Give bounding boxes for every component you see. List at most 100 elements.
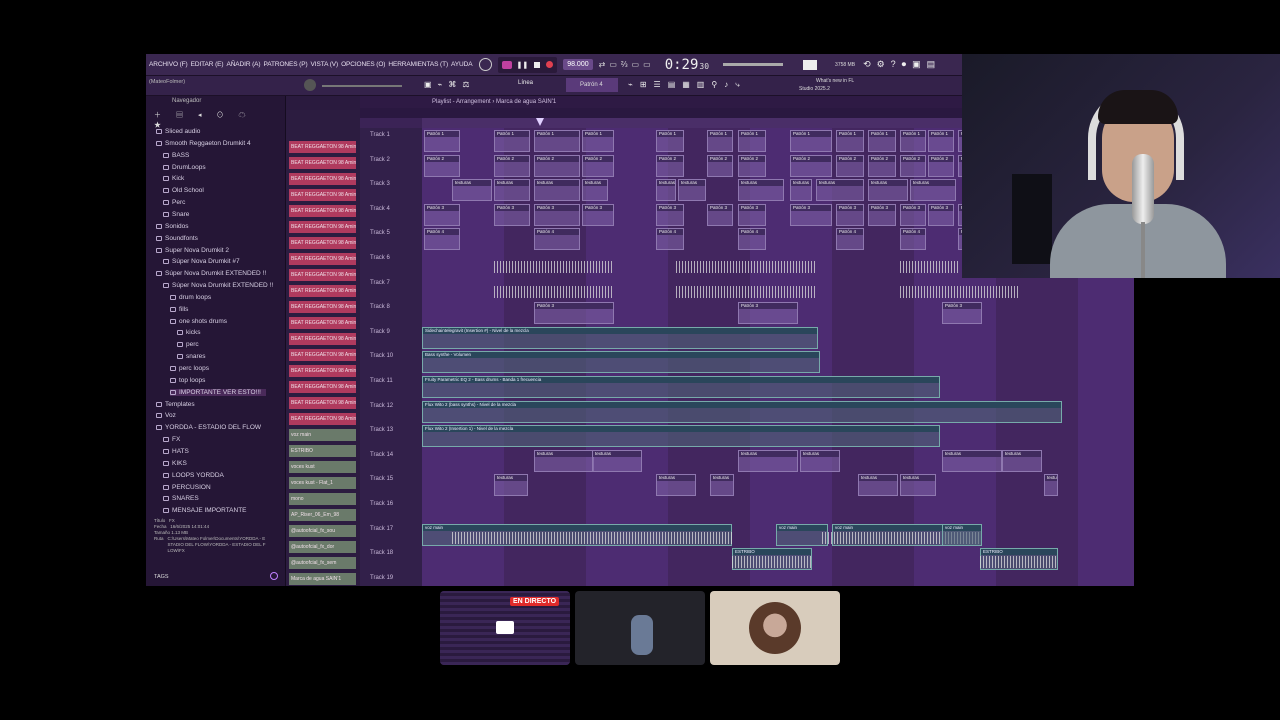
pattern-clip[interactable]: Patrón 2 — [738, 154, 766, 177]
track-label[interactable]: Track 7 — [370, 280, 390, 286]
browser-item[interactable]: Snare — [163, 211, 189, 218]
pattern-clip[interactable]: Patrón 3 — [738, 302, 798, 325]
pattern-clip[interactable]: Patrón 4 — [424, 228, 460, 251]
pattern-clip[interactable]: texturas — [1002, 449, 1042, 472]
channel-button[interactable]: BEAT REGGAETON 98 Amin — [289, 221, 356, 233]
playlist-tools[interactable]: ▣⌁⌘⚖ — [424, 80, 476, 89]
track-label[interactable]: Track 14 — [370, 452, 393, 458]
track-label[interactable]: Track 9 — [370, 329, 390, 335]
channel-button[interactable]: BEAT REGGAETON 98 Amin — [289, 333, 356, 345]
pattern-clip[interactable]: Patrón 2 — [707, 154, 733, 177]
tool-icons[interactable]: ⇄▭⅔▭▭ — [599, 60, 655, 69]
participant-thumbnail-1[interactable] — [575, 591, 705, 665]
browser-item[interactable]: Voz — [156, 412, 176, 419]
channel-button[interactable]: BEAT REGGAETON 98 Amin — [289, 205, 356, 217]
audio-waveform[interactable] — [980, 556, 1058, 569]
pattern-clip[interactable]: Patrón 1 — [582, 130, 614, 152]
master-volume-slider[interactable] — [723, 63, 784, 66]
browser-tabs[interactable]: ＋▤◂⊙☁★ — [150, 110, 282, 129]
channel-button[interactable]: BEAT REGGAETON 98 Amin — [289, 173, 356, 185]
track-label[interactable]: Track 10 — [370, 353, 393, 359]
bpm-display[interactable]: 98.000 — [563, 59, 593, 70]
browser-item[interactable]: BASS — [163, 152, 189, 159]
pattern-clip[interactable]: Patrón 1 — [534, 130, 580, 152]
pattern-clip[interactable]: Patrón 3 — [738, 203, 766, 226]
pattern-clip[interactable]: texturas — [656, 179, 676, 202]
channel-button[interactable]: voz main — [289, 429, 356, 441]
audio-waveform[interactable] — [494, 261, 614, 273]
audio-waveform[interactable] — [900, 261, 960, 273]
pattern-clip[interactable]: Patrón 3 — [424, 203, 460, 226]
pattern-clip[interactable]: texturas — [858, 474, 898, 497]
pattern-clip[interactable]: texturas — [534, 179, 580, 202]
pattern-clip[interactable]: Patrón 1 — [790, 130, 832, 152]
automation-clip[interactable]: Bass synthe - Volumen — [422, 351, 820, 374]
participant-thumbnail-2[interactable] — [710, 591, 840, 665]
pattern-clip[interactable]: Patrón 3 — [582, 203, 614, 226]
browser-item[interactable]: FX — [163, 436, 180, 443]
menu-vista[interactable]: VISTA (V) — [311, 61, 339, 68]
track-label[interactable]: Track 13 — [370, 427, 393, 433]
browser-item[interactable]: YORDDA - ESTADIO DEL FLOW — [156, 424, 261, 431]
browser-item[interactable]: Sliced audio — [156, 128, 200, 135]
pattern-clip[interactable]: Patrón 1 — [656, 130, 684, 152]
pattern-clip[interactable]: Patrón 2 — [656, 154, 684, 177]
channel-button[interactable]: BEAT REGGAETON 98 Amin — [289, 189, 356, 201]
automation-clip[interactable]: Flux Wito 2 (Insertion 1) - Nivel de la … — [422, 425, 940, 448]
pattern-clip[interactable]: texturas — [534, 449, 594, 472]
pattern-clip[interactable]: Patrón 1 — [900, 130, 926, 152]
pattern-clip[interactable]: Patrón 1 — [424, 130, 460, 152]
channel-button[interactable]: voces kust - Flat_1 — [289, 477, 356, 489]
pattern-clip[interactable]: texturas — [816, 179, 864, 202]
browser-item[interactable]: perc loops — [170, 365, 209, 372]
track-label[interactable]: Track 8 — [370, 304, 390, 310]
pattern-clip[interactable]: texturas — [868, 179, 908, 202]
tags-label[interactable]: TAGS — [154, 574, 169, 580]
channel-button[interactable]: BEAT REGGAETON 98 Amin — [289, 365, 356, 377]
pattern-clip[interactable]: Patrón 2 — [868, 154, 896, 177]
track-label[interactable]: Track 1 — [370, 132, 390, 138]
pattern-clip[interactable]: texturas — [738, 449, 798, 472]
channel-button[interactable]: voces kust — [289, 461, 356, 473]
pattern-clip[interactable]: Patrón 2 — [582, 154, 614, 177]
pattern-clip[interactable]: Patrón 3 — [534, 203, 580, 226]
channel-button[interactable]: BEAT REGGAETON 98 Amin — [289, 157, 356, 169]
pitch-slider[interactable] — [322, 85, 402, 87]
browser-item[interactable]: kicks — [177, 329, 200, 336]
menu-ayuda[interactable]: AYUDA — [451, 61, 473, 68]
pattern-clip[interactable]: texturas — [710, 474, 734, 497]
track-label[interactable]: Track 16 — [370, 501, 393, 507]
track-label[interactable]: Track 6 — [370, 255, 390, 261]
browser-item[interactable]: Súper Nova Drumkit #7 — [163, 258, 240, 265]
pause-icon[interactable]: ❚❚ — [516, 61, 528, 69]
browser-item[interactable]: Super Nova Drumkit 2 — [156, 247, 229, 254]
audio-waveform[interactable] — [494, 285, 614, 298]
automation-clip[interactable]: Sidechaintelegravit (Insertion #) - Nive… — [422, 326, 818, 349]
window-shortcut-icons[interactable]: ⌁⊞☰▤▦▥⚲♪⤷ — [628, 80, 747, 90]
automation-clip[interactable]: voz main — [942, 523, 982, 546]
browser-item[interactable]: DrumLoops — [163, 164, 206, 171]
pattern-clip[interactable]: Patrón 4 — [900, 228, 926, 251]
record-icon[interactable] — [546, 61, 554, 68]
channel-button[interactable]: @autoofcial_fx_dor — [289, 541, 356, 553]
track-label[interactable]: Track 12 — [370, 403, 393, 409]
browser-item[interactable]: perc — [177, 341, 199, 348]
pattern-clip[interactable]: texturas — [494, 474, 528, 497]
pattern-clip[interactable]: Patrón 3 — [790, 203, 832, 226]
channel-button[interactable]: AP_Riser_06_Em_98 — [289, 509, 356, 521]
track-label[interactable]: Track 15 — [370, 476, 393, 482]
channel-button[interactable]: ESTRIBO — [289, 445, 356, 457]
pattern-clip[interactable]: Patrón 3 — [707, 203, 733, 226]
channel-button[interactable]: BEAT REGGAETON 98 Amin — [289, 237, 356, 249]
pattern-clip[interactable]: Patrón 1 — [928, 130, 954, 152]
header-icons[interactable]: ⟲⚙?⏺▣▤ — [863, 59, 941, 70]
channel-button[interactable]: @autoofcial_fx_sou — [289, 525, 356, 537]
channel-button[interactable]: @autoofcial_fx_sem — [289, 557, 356, 569]
browser-item[interactable]: Perc — [163, 199, 185, 206]
menu-opciones[interactable]: OPCIONES (O) — [341, 61, 385, 68]
browser-item[interactable]: Soundfonts — [156, 235, 198, 242]
pattern-clip[interactable]: Patrón 1 — [707, 130, 733, 152]
pattern-clip[interactable]: Patrón 2 — [534, 154, 580, 177]
browser-item[interactable]: Súper Nova Drumkit EXTENDED !! — [156, 270, 266, 277]
browser-item[interactable]: fills — [170, 306, 188, 313]
